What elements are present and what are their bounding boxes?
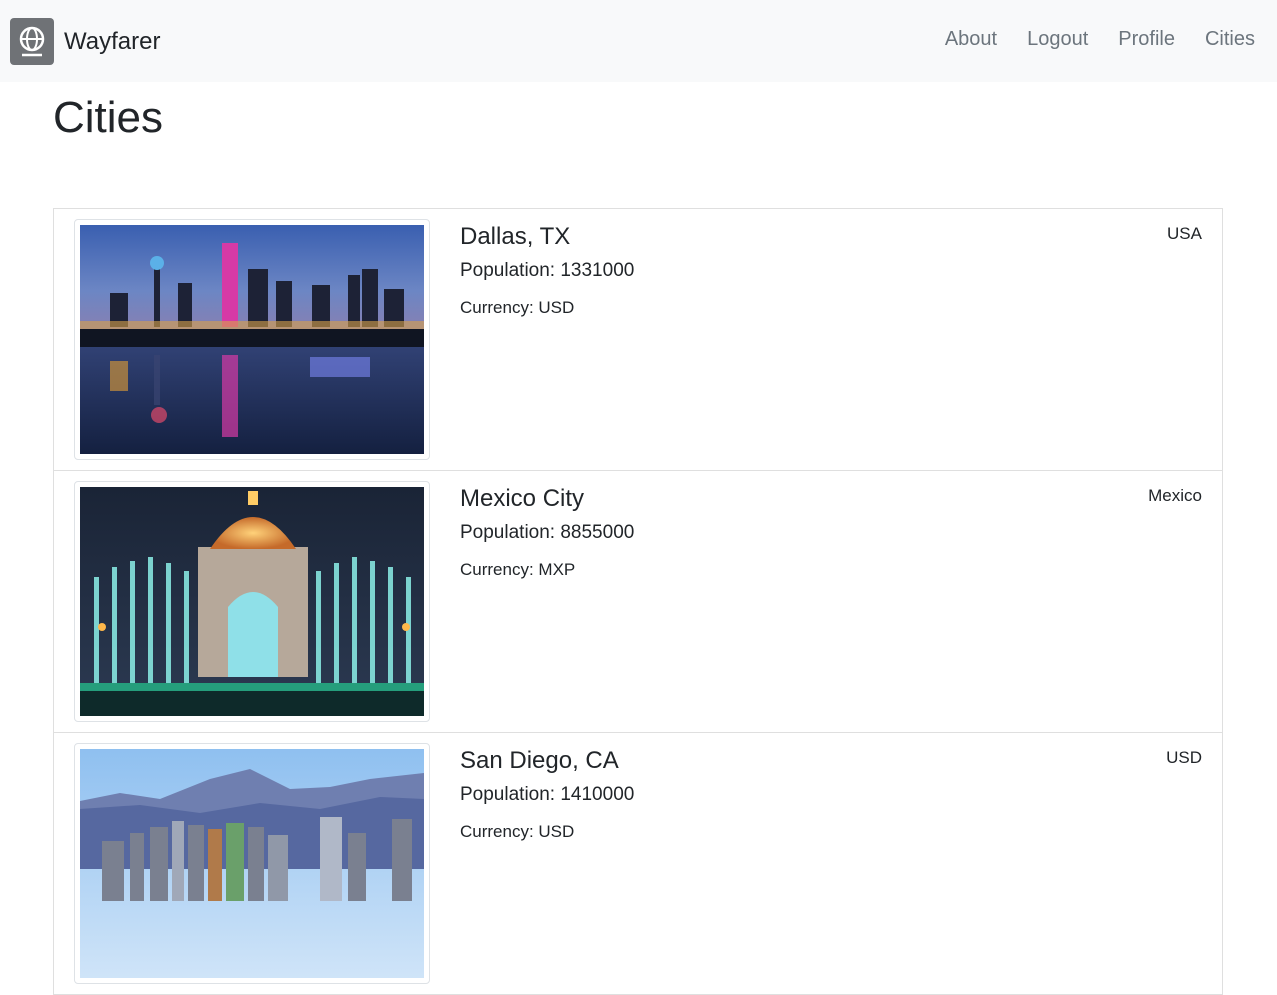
city-row-mexico-city[interactable]: Mexico City Population: 8855000 Currency… — [54, 471, 1222, 733]
globe-icon — [10, 18, 54, 65]
city-name[interactable]: Dallas, TX — [460, 223, 570, 251]
city-currency: Currency: USD — [460, 298, 575, 317]
dallas-skyline-night-image — [80, 225, 424, 454]
city-population: Population: 1331000 — [460, 260, 635, 281]
city-thumbnail[interactable] — [74, 481, 430, 722]
nav-link-about[interactable]: About — [945, 28, 997, 51]
navbar: Wayfarer About Logout Profile Cities — [0, 0, 1277, 82]
city-currency: Currency: USD — [460, 822, 575, 841]
mexico-city-monument-fountains-image — [80, 487, 424, 716]
city-list: Dallas, TX Population: 1331000 Currency:… — [53, 208, 1223, 995]
city-row-san-diego[interactable]: San Diego, CA Population: 1410000 Curren… — [54, 733, 1222, 995]
city-name[interactable]: San Diego, CA — [460, 747, 619, 775]
city-row-dallas[interactable]: Dallas, TX Population: 1331000 Currency:… — [54, 209, 1222, 471]
brand-link[interactable]: Wayfarer — [10, 18, 160, 65]
city-country: Mexico — [1148, 486, 1202, 505]
city-name[interactable]: Mexico City — [460, 485, 584, 513]
nav-link-cities[interactable]: Cities — [1205, 28, 1255, 51]
city-currency: Currency: MXP — [460, 560, 576, 579]
nav-link-logout[interactable]: Logout — [1027, 28, 1088, 51]
city-population: Population: 1410000 — [460, 784, 635, 805]
city-country: USD — [1166, 748, 1202, 767]
page-title: Cities — [53, 93, 164, 142]
city-country: USA — [1167, 224, 1202, 243]
nav-link-profile[interactable]: Profile — [1118, 28, 1175, 51]
city-thumbnail[interactable] — [74, 743, 430, 984]
city-population: Population: 8855000 — [460, 522, 635, 543]
city-thumbnail[interactable] — [74, 219, 430, 460]
nav-links: About Logout Profile Cities — [915, 28, 1255, 51]
brand-name: Wayfarer — [64, 27, 161, 55]
san-diego-skyline-mountains-image — [80, 749, 424, 978]
